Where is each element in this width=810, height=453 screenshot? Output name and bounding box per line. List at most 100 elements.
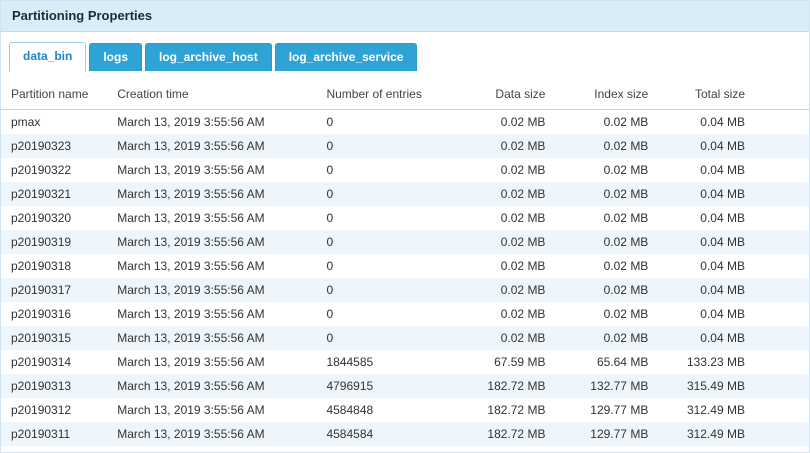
table-cell: 0.02 MB [449,206,555,230]
table-cell: p20190311 [1,422,107,446]
tab-data_bin[interactable]: data_bin [9,42,86,72]
table-cell: 0.04 MB [658,134,809,158]
table-cell: 0.04 MB [658,302,809,326]
column-header-3[interactable]: Data size [449,79,555,110]
table-row[interactable]: p20190320March 13, 2019 3:55:56 AM00.02 … [1,206,809,230]
table-cell: 315.49 MB [658,374,809,398]
table-cell: 133.23 MB [658,350,809,374]
table-body: pmaxMarch 13, 2019 3:55:56 AM00.02 MB0.0… [1,110,809,453]
tab-log_archive_host[interactable]: log_archive_host [145,43,272,71]
table-cell: 0.04 MB [658,278,809,302]
table-cell: p20190321 [1,182,107,206]
table-cell: 0.04 MB [658,158,809,182]
table-row[interactable]: p20190314March 13, 2019 3:55:56 AM184458… [1,350,809,374]
table-cell: March 13, 2019 3:55:56 AM [107,254,316,278]
table-cell: 0 [316,206,449,230]
table-cell: 0.02 MB [555,302,658,326]
table-cell: 181.72 MB [449,446,555,453]
table-cell: March 13, 2019 3:55:56 AM [107,182,316,206]
table-cell: pmax [1,110,107,135]
tab-bar: data_binlogslog_archive_hostlog_archive_… [1,32,809,71]
column-header-2[interactable]: Number of entries [316,79,449,110]
table-cell: 4796915 [316,374,449,398]
column-header-1[interactable]: Creation time [107,79,316,110]
table-cell: 312.49 MB [658,398,809,422]
table-cell: p20190322 [1,158,107,182]
table-row[interactable]: p20190317March 13, 2019 3:55:56 AM00.02 … [1,278,809,302]
table-cell: March 13, 2019 3:55:56 AM [107,230,316,254]
table-cell: 129.77 MB [555,422,658,446]
table-cell: March 13, 2019 3:55:56 AM [107,278,316,302]
table-row[interactable]: p20190321March 13, 2019 3:55:56 AM00.02 … [1,182,809,206]
column-header-5[interactable]: Total size [658,79,809,110]
table-cell: 0.04 MB [658,326,809,350]
partitioning-properties-panel: Partitioning Properties data_binlogslog_… [0,0,810,453]
table-cell: 129.77 MB [555,398,658,422]
table-row[interactable]: p20190318March 13, 2019 3:55:56 AM00.02 … [1,254,809,278]
table-cell: 4584584 [316,422,449,446]
table-cell: p20190318 [1,254,107,278]
table-cell: 0.02 MB [555,206,658,230]
table-row[interactable]: p20190315March 13, 2019 3:55:56 AM00.02 … [1,326,809,350]
table-cell: 0 [316,278,449,302]
table-row[interactable]: p20190322March 13, 2019 3:55:56 AM00.02 … [1,158,809,182]
table-header-row: Partition nameCreation timeNumber of ent… [1,79,809,110]
table-row[interactable]: p20190311March 13, 2019 3:55:56 AM458458… [1,422,809,446]
table-cell: 0.02 MB [555,326,658,350]
table-cell: 0 [316,134,449,158]
table-cell: 0.04 MB [658,110,809,135]
table-row[interactable]: p20190310March 13, 2019 3:55:56 AM455286… [1,446,809,453]
table-cell: March 13, 2019 3:55:56 AM [107,158,316,182]
table-cell: 132.77 MB [555,374,658,398]
table-row[interactable]: p20190316March 13, 2019 3:55:56 AM00.02 … [1,302,809,326]
table-cell: 127.77 MB [555,446,658,453]
table-cell: p20190313 [1,374,107,398]
table-cell: 0.04 MB [658,230,809,254]
table-cell: 0.04 MB [658,182,809,206]
table-cell: 0 [316,254,449,278]
table-cell: 0.02 MB [449,326,555,350]
table-cell: 0 [316,230,449,254]
table-cell: 0.02 MB [449,158,555,182]
table-row[interactable]: p20190323March 13, 2019 3:55:56 AM00.02 … [1,134,809,158]
table-cell: 312.49 MB [658,422,809,446]
table-cell: 0.02 MB [555,182,658,206]
table-row[interactable]: p20190312March 13, 2019 3:55:56 AM458484… [1,398,809,422]
table-cell: March 13, 2019 3:55:56 AM [107,206,316,230]
table-cell: 0.02 MB [555,230,658,254]
table-cell: 0.02 MB [449,134,555,158]
table-cell: p20190319 [1,230,107,254]
table-row[interactable]: pmaxMarch 13, 2019 3:55:56 AM00.02 MB0.0… [1,110,809,135]
table-cell: 1844585 [316,350,449,374]
table-cell: March 13, 2019 3:55:56 AM [107,422,316,446]
table-cell: March 13, 2019 3:55:56 AM [107,326,316,350]
table-cell: p20190314 [1,350,107,374]
tab-log_archive_service[interactable]: log_archive_service [275,43,418,71]
partition-table: Partition nameCreation timeNumber of ent… [1,79,809,453]
table-cell: p20190310 [1,446,107,453]
table-cell: 0.02 MB [555,254,658,278]
table-cell: p20190317 [1,278,107,302]
table-cell: 182.72 MB [449,422,555,446]
column-header-4[interactable]: Index size [555,79,658,110]
table-cell: 0.04 MB [658,206,809,230]
table-cell: 0.02 MB [555,158,658,182]
table-cell: 0 [316,326,449,350]
table-cell: 4584848 [316,398,449,422]
table-cell: 0.02 MB [555,278,658,302]
table-row[interactable]: p20190319March 13, 2019 3:55:56 AM0 0.02 … [1,230,809,254]
column-header-0[interactable]: Partition name [1,79,107,110]
table-cell: 182.72 MB [449,374,555,398]
tab-logs[interactable]: logs [89,43,142,71]
table-cell: 0.02 MB [449,278,555,302]
table-cell: 0.02 MB [449,254,555,278]
table-cell: 65.64 MB [555,350,658,374]
table-cell: 0.02 MB [555,110,658,135]
table-cell: March 13, 2019 3:55:56 AM [107,398,316,422]
table-cell: 309.49 MB [658,446,809,453]
table-row[interactable]: p20190313March 13, 2019 3:55:56 AM479691… [1,374,809,398]
table-cell: p20190323 [1,134,107,158]
table-cell: March 13, 2019 3:55:56 AM [107,110,316,135]
table-cell: March 13, 2019 3:55:56 AM [107,134,316,158]
table-cell: 0.02 MB [449,110,555,135]
